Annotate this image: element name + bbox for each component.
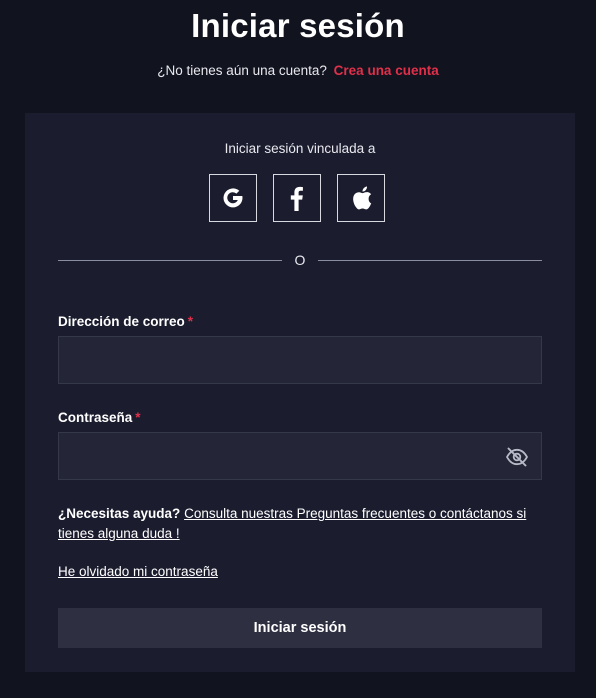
forgot-password-link[interactable]: He olvidado mi contraseña <box>58 563 218 581</box>
password-label-text: Contraseña <box>58 410 133 425</box>
email-label-text: Dirección de correo <box>58 314 185 329</box>
password-label: Contraseña * <box>58 409 141 427</box>
help-heading: ¿Necesitas ayuda? <box>58 506 181 521</box>
email-required-mark: * <box>187 314 194 329</box>
divider-line-left <box>58 260 282 261</box>
create-account-link[interactable]: Crea una cuenta <box>334 63 439 78</box>
social-login-buttons <box>209 174 385 222</box>
facebook-icon <box>290 186 303 211</box>
or-divider: O <box>58 250 542 270</box>
toggle-password-visibility-button[interactable] <box>504 444 530 470</box>
signup-prompt-line: ¿No tienes aún una cuenta? Crea una cuen… <box>0 62 596 80</box>
google-icon <box>223 188 243 208</box>
login-button[interactable]: Iniciar sesión <box>58 608 542 648</box>
page-title: Iniciar sesión <box>191 7 405 44</box>
google-login-button[interactable] <box>209 174 257 222</box>
email-field[interactable] <box>58 336 542 384</box>
divider-line-right <box>318 260 542 261</box>
login-card: Iniciar sesión vinculada a O Dirección d… <box>25 113 575 672</box>
apple-icon <box>353 186 372 210</box>
email-label: Dirección de correo * <box>58 313 193 331</box>
facebook-login-button[interactable] <box>273 174 321 222</box>
help-text: ¿Necesitas ayuda? Consulta nuestras Preg… <box>58 504 542 544</box>
password-required-mark: * <box>135 410 141 425</box>
eye-off-icon <box>505 447 529 467</box>
divider-text: O <box>294 252 306 268</box>
password-field[interactable] <box>58 432 542 480</box>
signup-prompt: ¿No tienes aún una cuenta? <box>157 63 327 78</box>
social-login-label: Iniciar sesión vinculada a <box>224 141 376 156</box>
apple-login-button[interactable] <box>337 174 385 222</box>
